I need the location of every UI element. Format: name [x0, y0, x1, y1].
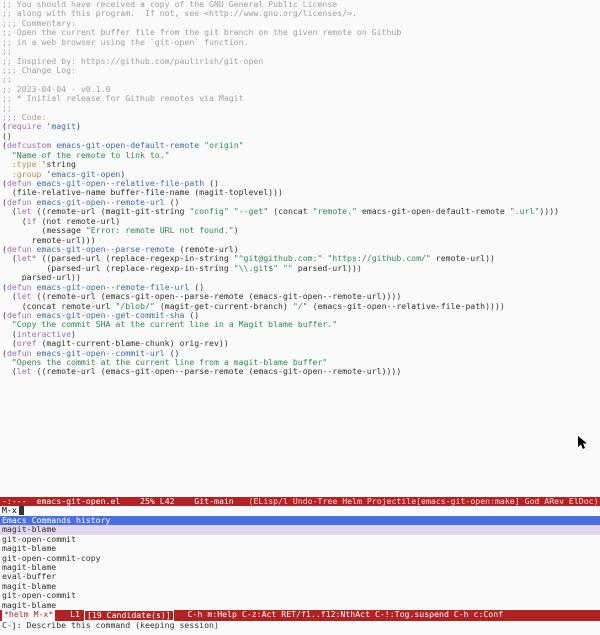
modeline-pct: 25% — [140, 497, 155, 506]
modeline-branch: Git-main — [194, 497, 233, 506]
helm-candidate[interactable]: magit-blame — [0, 563, 600, 572]
code-line[interactable]: ;; along with this program. If not, see … — [2, 9, 598, 18]
code-line[interactable]: (parsed-url (replace-regexp-in-string "\… — [2, 264, 598, 273]
code-line[interactable]: ;; Inspired by: https://github.com/pauli… — [2, 57, 598, 66]
helm-candidate[interactable]: magit-blame — [0, 525, 600, 534]
helm-candidate[interactable]: magit-blame — [0, 582, 600, 591]
helm-source-header: Emacs Commands history — [0, 516, 600, 525]
code-editor[interactable]: ;; You should have received a copy of th… — [0, 0, 600, 497]
code-line[interactable]: ;; in a web browser using the `git-open`… — [2, 38, 598, 47]
code-line[interactable]: ;;; Change Log: — [2, 66, 598, 75]
echo-area: C-j: Describe this command (keeping sess… — [0, 621, 600, 630]
modeline-buffer: emacs-git-open.el — [37, 497, 121, 506]
code-line[interactable]: (require 'magit) — [2, 122, 598, 131]
modeline-modes: (ELisp/l Undo-Tree Helm Projectile[emacs… — [249, 497, 599, 506]
code-line[interactable]: "Copy the commit SHA at the current line… — [2, 320, 598, 329]
helm-candidate[interactable]: git-open-commit-copy — [0, 554, 600, 563]
helm-candidate[interactable]: git-open-commit — [0, 591, 600, 600]
helm-candidate[interactable]: git-open-commit — [0, 535, 600, 544]
code-line[interactable]: (let ((remote-url (emacs-git-open--parse… — [2, 367, 598, 376]
code-line[interactable]: ;; * Initial release for Github remotes … — [2, 94, 598, 103]
modeline-main: -:--- emacs-git-open.el 25% L42 Git-main… — [0, 497, 600, 506]
helm-candidate[interactable]: magit-blame — [0, 601, 600, 610]
helm-candidates[interactable]: magit-blamegit-open-commitmagit-blamegit… — [0, 525, 600, 610]
modeline-pos: L42 — [160, 497, 175, 506]
code-line[interactable]: "Name of the remote to link to." — [2, 151, 598, 160]
helm-candidate[interactable]: eval-buffer — [0, 572, 600, 581]
helm-modeline-help: C-h m:Help C-z:Act RET/f1..f12:NthAct C-… — [188, 610, 503, 621]
code-line[interactable]: ;; — [2, 104, 598, 113]
code-line[interactable]: ;;; Code: — [2, 113, 598, 122]
